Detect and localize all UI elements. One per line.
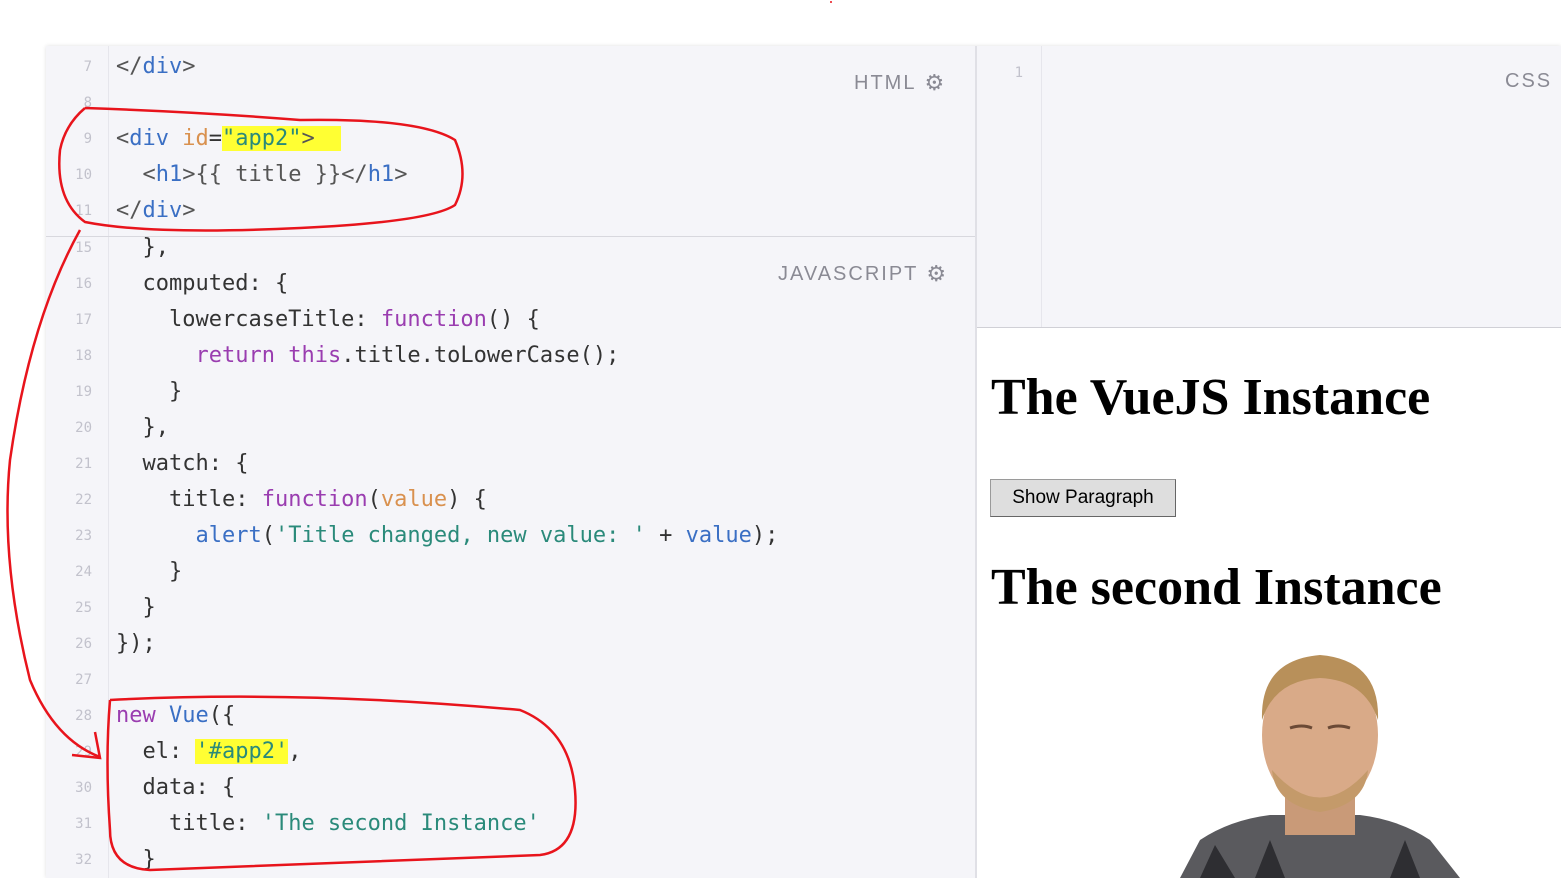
css-editor-pane[interactable]: CSS 1 [977,46,1561,328]
code-line[interactable]: 31 title: 'The second Instance' [46,806,975,842]
line-number: 22 [75,492,92,508]
code-text[interactable]: computed: { [116,266,288,302]
code-line[interactable]: 1 [977,55,1561,91]
show-paragraph-button[interactable]: Show Paragraph [990,479,1176,517]
line-number: 21 [75,456,92,472]
code-text[interactable]: lowercaseTitle: function() { [116,302,540,338]
code-text[interactable]: } [116,590,155,626]
code-line[interactable]: 19 } [46,374,975,410]
line-number: 7 [83,59,92,75]
code-text[interactable]: }, [116,237,169,266]
preview-heading-second-instance: The second Instance [991,559,1442,616]
javascript-editor-pane[interactable]: JAVASCRIPT ⚙ 15 }, 16 computed: {17 lowerc… [46,237,975,878]
line-number: 10 [75,167,92,183]
code-text[interactable]: } [116,374,182,410]
code-text[interactable]: new Vue({ [116,698,235,734]
code-line[interactable]: 8 [46,85,975,121]
line-number: 26 [75,636,92,652]
code-line[interactable]: 11 </div> [46,193,975,229]
code-line[interactable]: 27 [46,662,975,698]
line-number: 32 [75,852,92,868]
preview-heading-first-instance: The VueJS Instance [991,369,1431,426]
line-number: 28 [75,708,92,724]
code-text[interactable]: }, [116,410,169,446]
code-line[interactable]: 18 return this.title.toLowerCase(); [46,338,975,374]
code-line[interactable]: 24 } [46,554,975,590]
line-number: 30 [75,780,92,796]
code-line[interactable]: 23 alert('Title changed, new value: ' + … [46,518,975,554]
line-number: 11 [75,203,92,219]
code-text[interactable]: } [116,842,155,878]
code-text[interactable]: el: '#app2', [116,734,301,770]
line-number: 16 [75,276,92,292]
line-number: 31 [75,816,92,832]
code-text[interactable]: }); [116,626,156,662]
line-number: 9 [83,131,92,147]
line-number: 25 [75,600,92,616]
code-text[interactable]: title: function(value) { [116,482,487,518]
code-line[interactable]: 29 el: '#app2', [46,734,975,770]
code-line[interactable]: 26}); [46,626,975,662]
line-number: 27 [75,672,92,688]
code-line[interactable]: 7 </div> [46,49,975,85]
code-text[interactable]: alert('Title changed, new value: ' + val… [116,518,778,554]
code-text[interactable]: </div> [116,193,196,229]
code-line[interactable]: 16 computed: { [46,266,975,302]
line-number: 20 [75,420,92,436]
code-line[interactable]: 20 }, [46,410,975,446]
code-text[interactable]: } [116,554,182,590]
line-number: 17 [75,312,92,328]
code-line[interactable]: 28 new Vue({ [46,698,975,734]
code-text[interactable]: <h1>{{ title }}</h1> [116,157,407,193]
code-text[interactable]: title: 'The second Instance' [116,806,540,842]
line-number: 8 [83,95,92,111]
line-number: 1 [1014,65,1023,81]
line-number: 15 [75,240,92,256]
code-line[interactable]: 21 watch: { [46,446,975,482]
code-line[interactable]: 25 } [46,590,975,626]
line-number: 19 [75,384,92,400]
line-number: 18 [75,348,92,364]
code-line[interactable]: 17 lowercaseTitle: function() { [46,302,975,338]
annotation-dot [830,1,832,3]
code-line[interactable]: 9 <div id="app2"> [46,121,975,157]
code-text[interactable]: watch: { [116,446,248,482]
code-text[interactable]: return this.title.toLowerCase(); [116,338,619,374]
code-line[interactable]: 22 title: function(value) { [46,482,975,518]
line-number: 29 [75,744,92,760]
code-text[interactable]: </div> [116,49,196,85]
code-line[interactable]: 32 } [46,842,975,878]
code-line[interactable]: 10 <h1>{{ title }}</h1> [46,157,975,193]
code-line[interactable]: 15 }, [46,237,975,266]
line-number: 24 [75,564,92,580]
code-line[interactable]: 30 data: { [46,770,975,806]
code-text[interactable]: <div id="app2"> [116,121,342,157]
code-text[interactable]: data: { [116,770,235,806]
html-editor-pane[interactable]: HTML ⚙ 7 </div> 8 9 <div id="app2"> 10 <h1>{{… [46,46,975,237]
presenter-video-overlay [1180,655,1460,878]
line-number: 23 [75,528,92,544]
